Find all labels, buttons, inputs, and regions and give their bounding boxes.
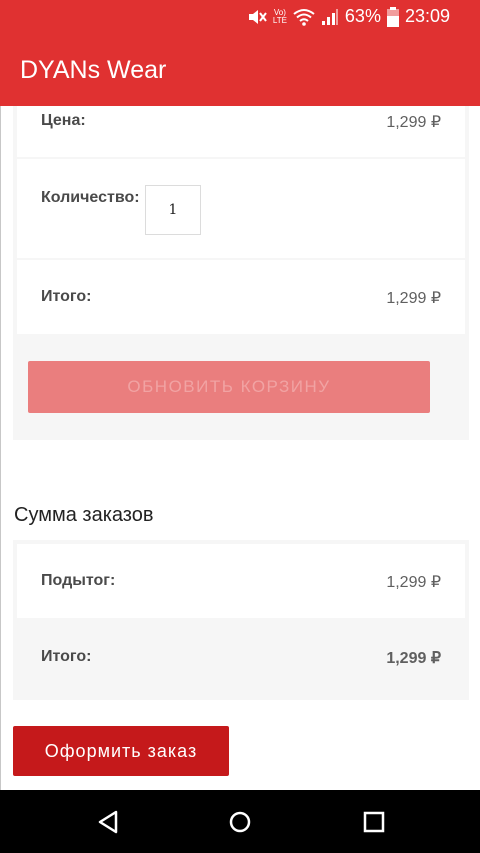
app-title: DYANs Wear: [20, 56, 167, 84]
order-total-label: Итого:: [41, 648, 92, 665]
battery-icon: [386, 6, 399, 27]
summary-card: Подытог: 1,299 ₽ Итого: 1,299 ₽: [13, 540, 469, 700]
navigation-bar: [0, 790, 480, 853]
subtotal-value: 1,299 ₽: [386, 574, 441, 591]
app-bar: DYANs Wear: [0, 34, 480, 106]
battery-percent: 63%: [344, 6, 381, 26]
quantity-row: Количество: 1: [17, 159, 465, 258]
status-time: 23:09: [404, 6, 450, 26]
quantity-input[interactable]: 1: [145, 185, 201, 235]
subtotal-row: Подытог: 1,299 ₽: [17, 544, 465, 618]
signal-icon: [321, 8, 338, 25]
update-cart-button[interactable]: ОБНОВИТЬ КОРЗИНУ: [28, 361, 430, 413]
subtotal-label: Подытог:: [41, 572, 116, 589]
quantity-label: Количество:: [41, 189, 140, 206]
mute-icon: [248, 9, 267, 24]
summary-title: Сумма заказов: [14, 504, 154, 526]
volte-icon: Vo) LTE: [272, 7, 287, 25]
status-icons: Vo) LTE 63% 23:09: [247, 6, 450, 27]
cart-content[interactable]: Цена: 1,299 ₽ Количество: 1 Итого: 1,299…: [0, 106, 480, 790]
item-total-value: 1,299 ₽: [386, 290, 441, 307]
item-total-row: Итого: 1,299 ₽: [17, 260, 465, 334]
status-bar: Vo) LTE 63% 23:09: [0, 0, 480, 34]
price-label: Цена:: [41, 112, 86, 129]
home-icon[interactable]: [226, 808, 254, 836]
back-icon[interactable]: [94, 808, 122, 836]
checkout-button[interactable]: Оформить заказ: [13, 726, 229, 776]
item-total-label: Итого:: [41, 288, 92, 305]
price-value: 1,299 ₽: [386, 114, 441, 131]
recents-icon[interactable]: [360, 808, 388, 836]
price-row: Цена: 1,299 ₽: [17, 106, 465, 157]
wifi-icon: [293, 8, 315, 26]
order-total-value: 1,299 ₽: [386, 650, 441, 667]
